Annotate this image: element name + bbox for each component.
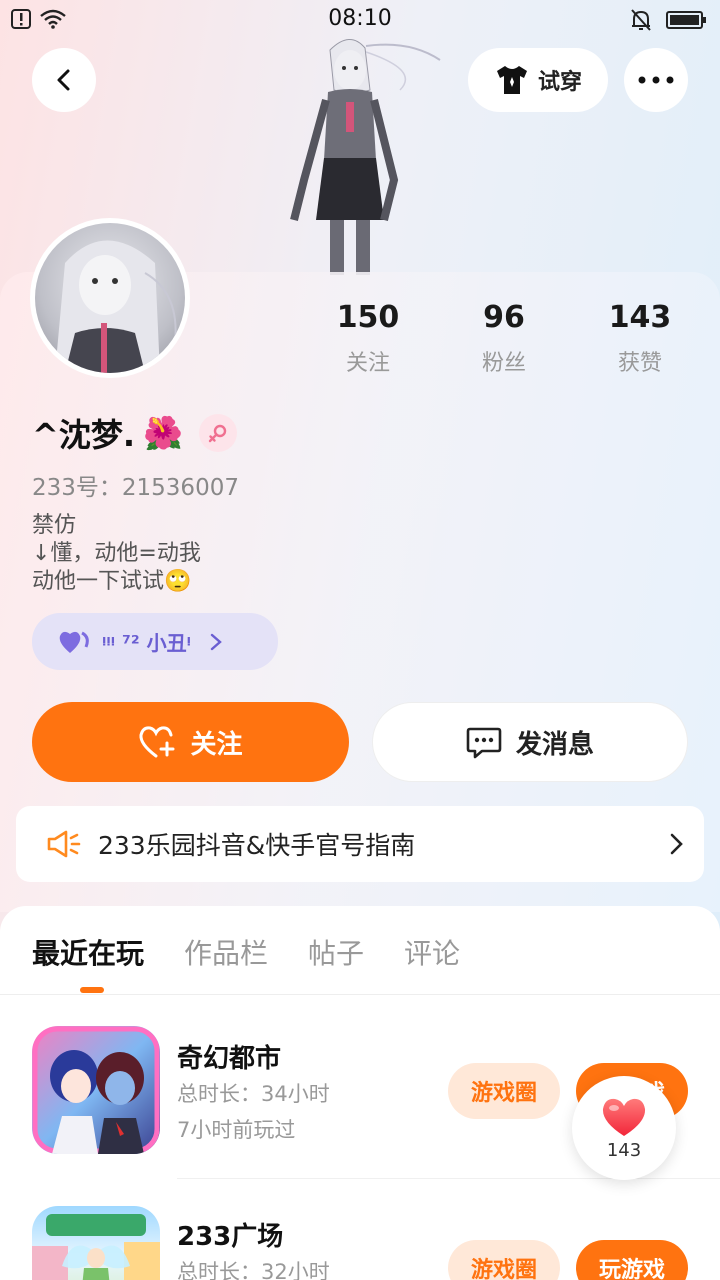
back-button[interactable]	[32, 48, 96, 112]
stat-likes[interactable]: 143 获赞	[572, 300, 708, 377]
gender-female-icon	[198, 414, 237, 452]
stat-fans[interactable]: 96 粉丝	[436, 300, 572, 377]
heart-icon	[602, 1098, 646, 1136]
like-count: 143	[606, 1139, 642, 1161]
try-on-label: 试穿	[537, 70, 582, 95]
more-dots-icon	[638, 76, 674, 84]
game-duration: 总时长：34小时	[177, 1082, 330, 1106]
game-last-played: 7小时前玩过	[177, 1118, 296, 1142]
stat-label: 粉丝	[481, 351, 526, 376]
more-button[interactable]	[624, 48, 688, 112]
play-game-button[interactable]: 玩游戏	[576, 1240, 688, 1280]
heart-plus-icon	[139, 726, 175, 758]
game-duration: 总时长：32小时	[177, 1260, 330, 1280]
tab-recent-playing[interactable]: 最近在玩	[32, 932, 144, 972]
nickname: ^沈梦. 🌺	[32, 410, 237, 456]
status-right	[630, 8, 708, 32]
megaphone-icon	[47, 830, 81, 858]
tab-bar: 最近在玩 作品栏 帖子 评论	[32, 932, 460, 972]
stat-label: 获赞	[617, 351, 662, 376]
tshirt-icon	[496, 66, 527, 94]
message-label: 发消息	[515, 729, 594, 760]
stat-following[interactable]: 150 关注	[300, 300, 436, 377]
row-divider	[177, 1178, 720, 1179]
tab-comments[interactable]: 评论	[404, 932, 460, 972]
nickname-text: ^沈梦.	[32, 416, 135, 454]
stat-value: 143	[608, 300, 672, 335]
nickname-emoji: 🌺	[142, 414, 183, 452]
stat-label: 关注	[345, 351, 390, 376]
heart-level-icon	[59, 631, 89, 653]
try-on-button[interactable]: 试穿	[468, 48, 608, 112]
game-icon[interactable]	[32, 1026, 160, 1154]
stat-value: 150	[336, 300, 400, 335]
avatar-figure	[290, 39, 441, 275]
chevron-left-icon	[57, 69, 70, 91]
chevron-right-icon	[670, 833, 683, 855]
divider	[0, 994, 720, 995]
avatar-image	[35, 223, 185, 373]
chevron-right-icon	[210, 633, 222, 650]
tab-works[interactable]: 作品栏	[184, 932, 268, 972]
mute-bell-icon	[631, 9, 651, 31]
bio: 禁仿 ↓懂，动他=动我 动他一下试试🙄	[32, 513, 201, 594]
notice-banner[interactable]: 233乐园抖音&快手官号指南	[16, 806, 704, 882]
level-badge[interactable]: ᵎᵎᵎ ⁷² 小丑ᵎ	[32, 613, 278, 670]
follow-button[interactable]: 关注	[32, 702, 349, 782]
game-circle-button[interactable]: 游戏圈	[448, 1240, 560, 1280]
follow-label: 关注	[190, 729, 243, 760]
clock: 08:10	[328, 6, 392, 31]
game-name: 奇幻都市	[177, 1044, 282, 1074]
active-tab-indicator	[80, 987, 104, 993]
level-text: ᵎᵎᵎ ⁷² 小丑ᵎ	[102, 631, 191, 655]
stat-value: 96	[483, 300, 525, 335]
message-button[interactable]: 发消息	[372, 702, 688, 782]
game-circle-button[interactable]: 游戏圈	[448, 1063, 560, 1119]
battery-icon	[666, 11, 706, 29]
floating-like-button[interactable]: 143	[572, 1076, 676, 1180]
game-icon[interactable]	[32, 1206, 160, 1280]
notice-text: 233乐园抖音&快手官号指南	[98, 831, 416, 860]
tab-posts[interactable]: 帖子	[308, 932, 364, 972]
stats-row: 150 关注 96 粉丝 143 获赞	[300, 300, 720, 377]
chat-bubble-icon	[466, 727, 502, 759]
game-name: 233广场	[177, 1222, 284, 1252]
avatar[interactable]	[30, 218, 190, 378]
user-id: 233号：21536007	[32, 475, 239, 501]
